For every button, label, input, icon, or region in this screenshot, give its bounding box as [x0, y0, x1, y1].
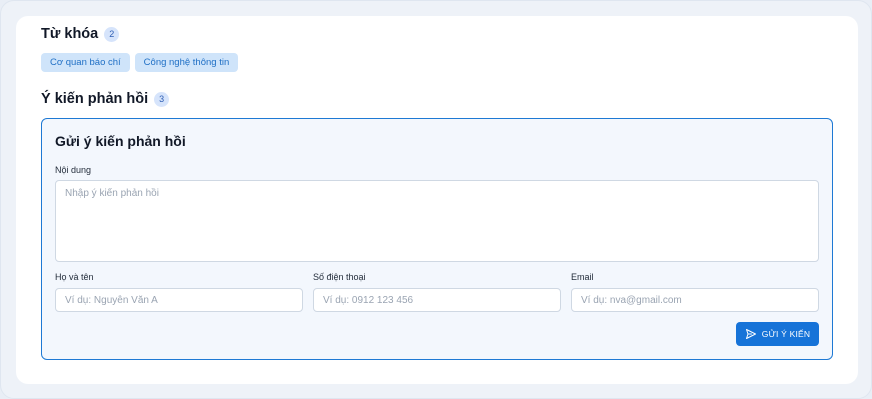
phone-label: Số điện thoại [313, 272, 366, 282]
phone-input[interactable] [313, 288, 561, 312]
keywords-title: Từ khóa [41, 26, 99, 42]
keywords-heading: Từ khóa 2 [41, 26, 120, 42]
keyword-tag-cong-nghe-thong-tin[interactable]: Công nghệ thông tin [134, 53, 239, 72]
email-label: Email [571, 272, 594, 282]
content-textarea[interactable] [55, 180, 819, 262]
name-label: Họ và tên [55, 272, 94, 282]
submit-feedback-button[interactable]: GỬI Ý KIẾN [736, 322, 819, 346]
name-input[interactable] [55, 288, 303, 312]
keyword-tag-co-quan-bao-chi[interactable]: Cơ quan báo chí [41, 53, 130, 72]
page-frame: Từ khóa 2 Cơ quan báo chí Công nghệ thôn… [0, 0, 872, 399]
feedback-form: Gửi ý kiến phản hồi Nội dung Họ và tên S… [41, 118, 833, 360]
keywords-count-badge: 2 [104, 26, 120, 42]
email-input[interactable] [571, 288, 819, 312]
send-icon [745, 329, 756, 339]
content-label: Nội dung [55, 165, 92, 175]
feedback-heading: Ý kiến phản hồi 3 [41, 91, 170, 107]
keyword-tag-list: Cơ quan báo chí Công nghệ thông tin [41, 53, 239, 72]
content-card: Từ khóa 2 Cơ quan báo chí Công nghệ thôn… [16, 16, 858, 384]
feedback-count-badge: 3 [154, 91, 170, 107]
submit-label: GỬI Ý KIẾN [761, 329, 811, 339]
feedback-title: Ý kiến phản hồi [41, 91, 149, 107]
form-title: Gửi ý kiến phản hồi [55, 133, 186, 149]
